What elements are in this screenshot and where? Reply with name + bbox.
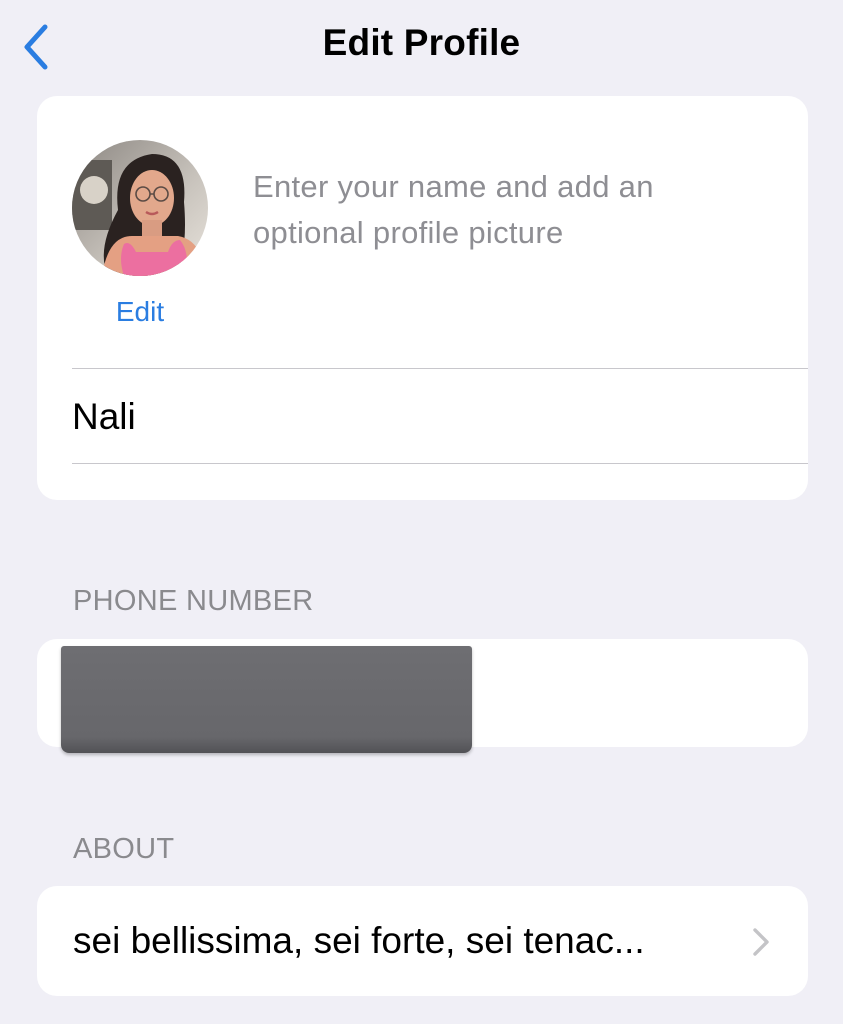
profile-photo	[72, 140, 208, 276]
chevron-right-icon	[753, 928, 769, 956]
phone-number-redaction	[61, 646, 472, 753]
phone-number-card	[37, 639, 808, 753]
divider	[72, 463, 808, 464]
divider	[72, 368, 808, 369]
profile-card: Edit Enter your name and add an optional…	[37, 96, 808, 500]
edit-avatar-button[interactable]: Edit	[72, 296, 208, 328]
navigation-bar: Edit Profile	[0, 0, 843, 92]
about-header: ABOUT	[73, 833, 175, 865]
about-text: sei bellissima, sei forte, sei tenac...	[73, 920, 645, 961]
about-row[interactable]: sei bellissima, sei forte, sei tenac...	[37, 886, 808, 996]
page-title: Edit Profile	[322, 22, 521, 63]
avatar[interactable]	[72, 140, 208, 276]
phone-number-header: PHONE NUMBER	[73, 585, 314, 617]
name-field[interactable]	[72, 370, 772, 464]
profile-hint-text: Enter your name and add an optional prof…	[253, 169, 654, 250]
